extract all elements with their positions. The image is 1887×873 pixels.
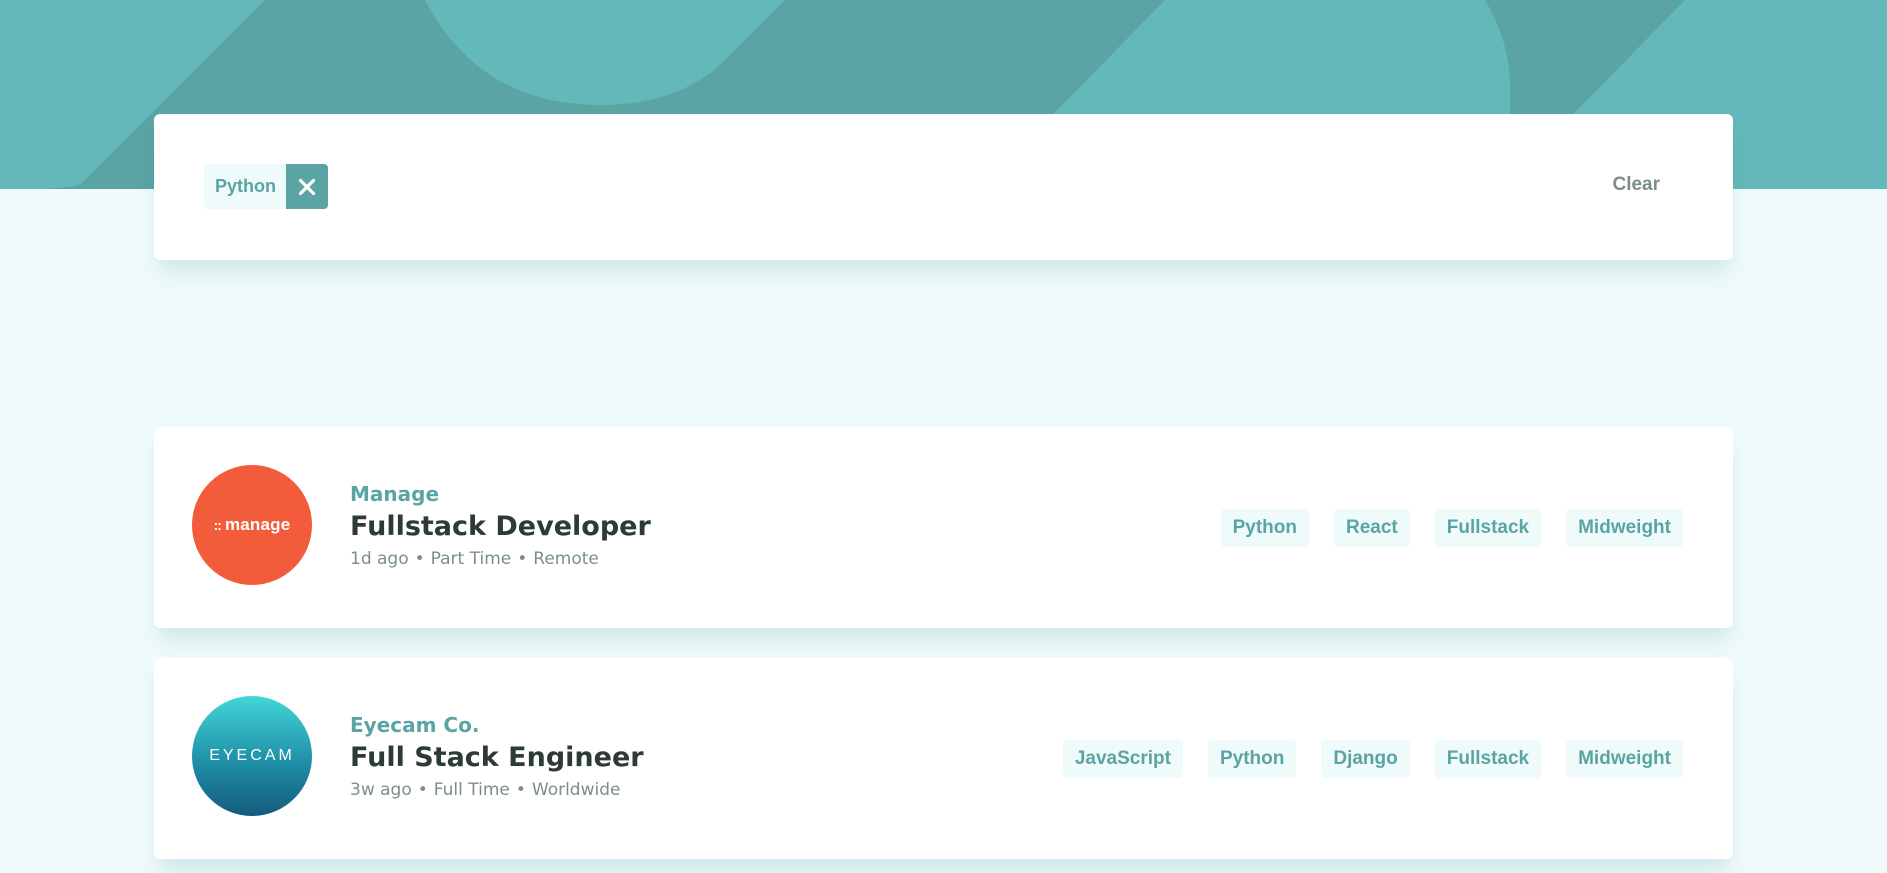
filter-chip: Python [204, 164, 328, 209]
tag-button[interactable]: Fullstack [1434, 740, 1542, 778]
tag-button[interactable]: JavaScript [1062, 740, 1183, 778]
filter-chip-label: Python [204, 164, 286, 209]
company-name: Manage [350, 482, 440, 506]
job-card: :: manage Manage Fullstack Developer 1d a… [154, 427, 1733, 628]
tag-button[interactable]: Midweight [1566, 509, 1683, 547]
tag-button[interactable]: Django [1321, 740, 1410, 778]
tag-button[interactable]: Fullstack [1434, 509, 1542, 547]
filter-bar: Python Clear [154, 114, 1733, 260]
tag-button[interactable]: Python [1220, 509, 1309, 547]
separator-dot-icon: • [414, 549, 425, 569]
posted-at: 1d ago [350, 549, 409, 569]
job-title[interactable]: Full Stack Engineer [350, 741, 644, 775]
contract-type: Full Time [433, 780, 510, 800]
job-info: Eyecam Co. Full Stack Engineer 3w ago • … [350, 713, 644, 801]
job-card: EYECAM Eyecam Co. Full Stack Engineer 3w… [154, 658, 1733, 859]
company-name: Eyecam Co. [350, 713, 480, 737]
company-logo-text: manage [224, 515, 291, 534]
separator-dot-icon: • [417, 780, 428, 800]
separator-dot-icon: • [517, 549, 528, 569]
remove-filter-button[interactable] [286, 164, 328, 209]
job-tags: Python React Fullstack Midweight [1220, 509, 1683, 547]
close-icon [298, 178, 316, 195]
job-tags: JavaScript Python Django Fullstack Midwe… [1062, 740, 1683, 778]
job-location: Remote [533, 549, 599, 569]
tag-button[interactable]: Midweight [1566, 740, 1683, 778]
contract-type: Part Time [430, 549, 512, 569]
logo-dots-icon: :: [213, 517, 222, 533]
job-meta: 1d ago • Part Time • Remote [350, 548, 651, 570]
separator-dot-icon: • [515, 780, 526, 800]
clear-filters-button[interactable]: Clear [1612, 174, 1660, 196]
job-info: Manage Fullstack Developer 1d ago • Part… [350, 482, 651, 570]
tag-button[interactable]: Python [1207, 740, 1297, 778]
tag-button[interactable]: React [1333, 509, 1410, 547]
job-title[interactable]: Fullstack Developer [350, 510, 651, 544]
company-logo: EYECAM [192, 696, 312, 816]
posted-at: 3w ago [350, 780, 412, 800]
job-meta: 3w ago • Full Time • Worldwide [350, 779, 644, 801]
company-logo: :: manage [192, 465, 312, 585]
job-location: Worldwide [531, 780, 621, 800]
company-logo-text: EYECAM [209, 747, 295, 764]
